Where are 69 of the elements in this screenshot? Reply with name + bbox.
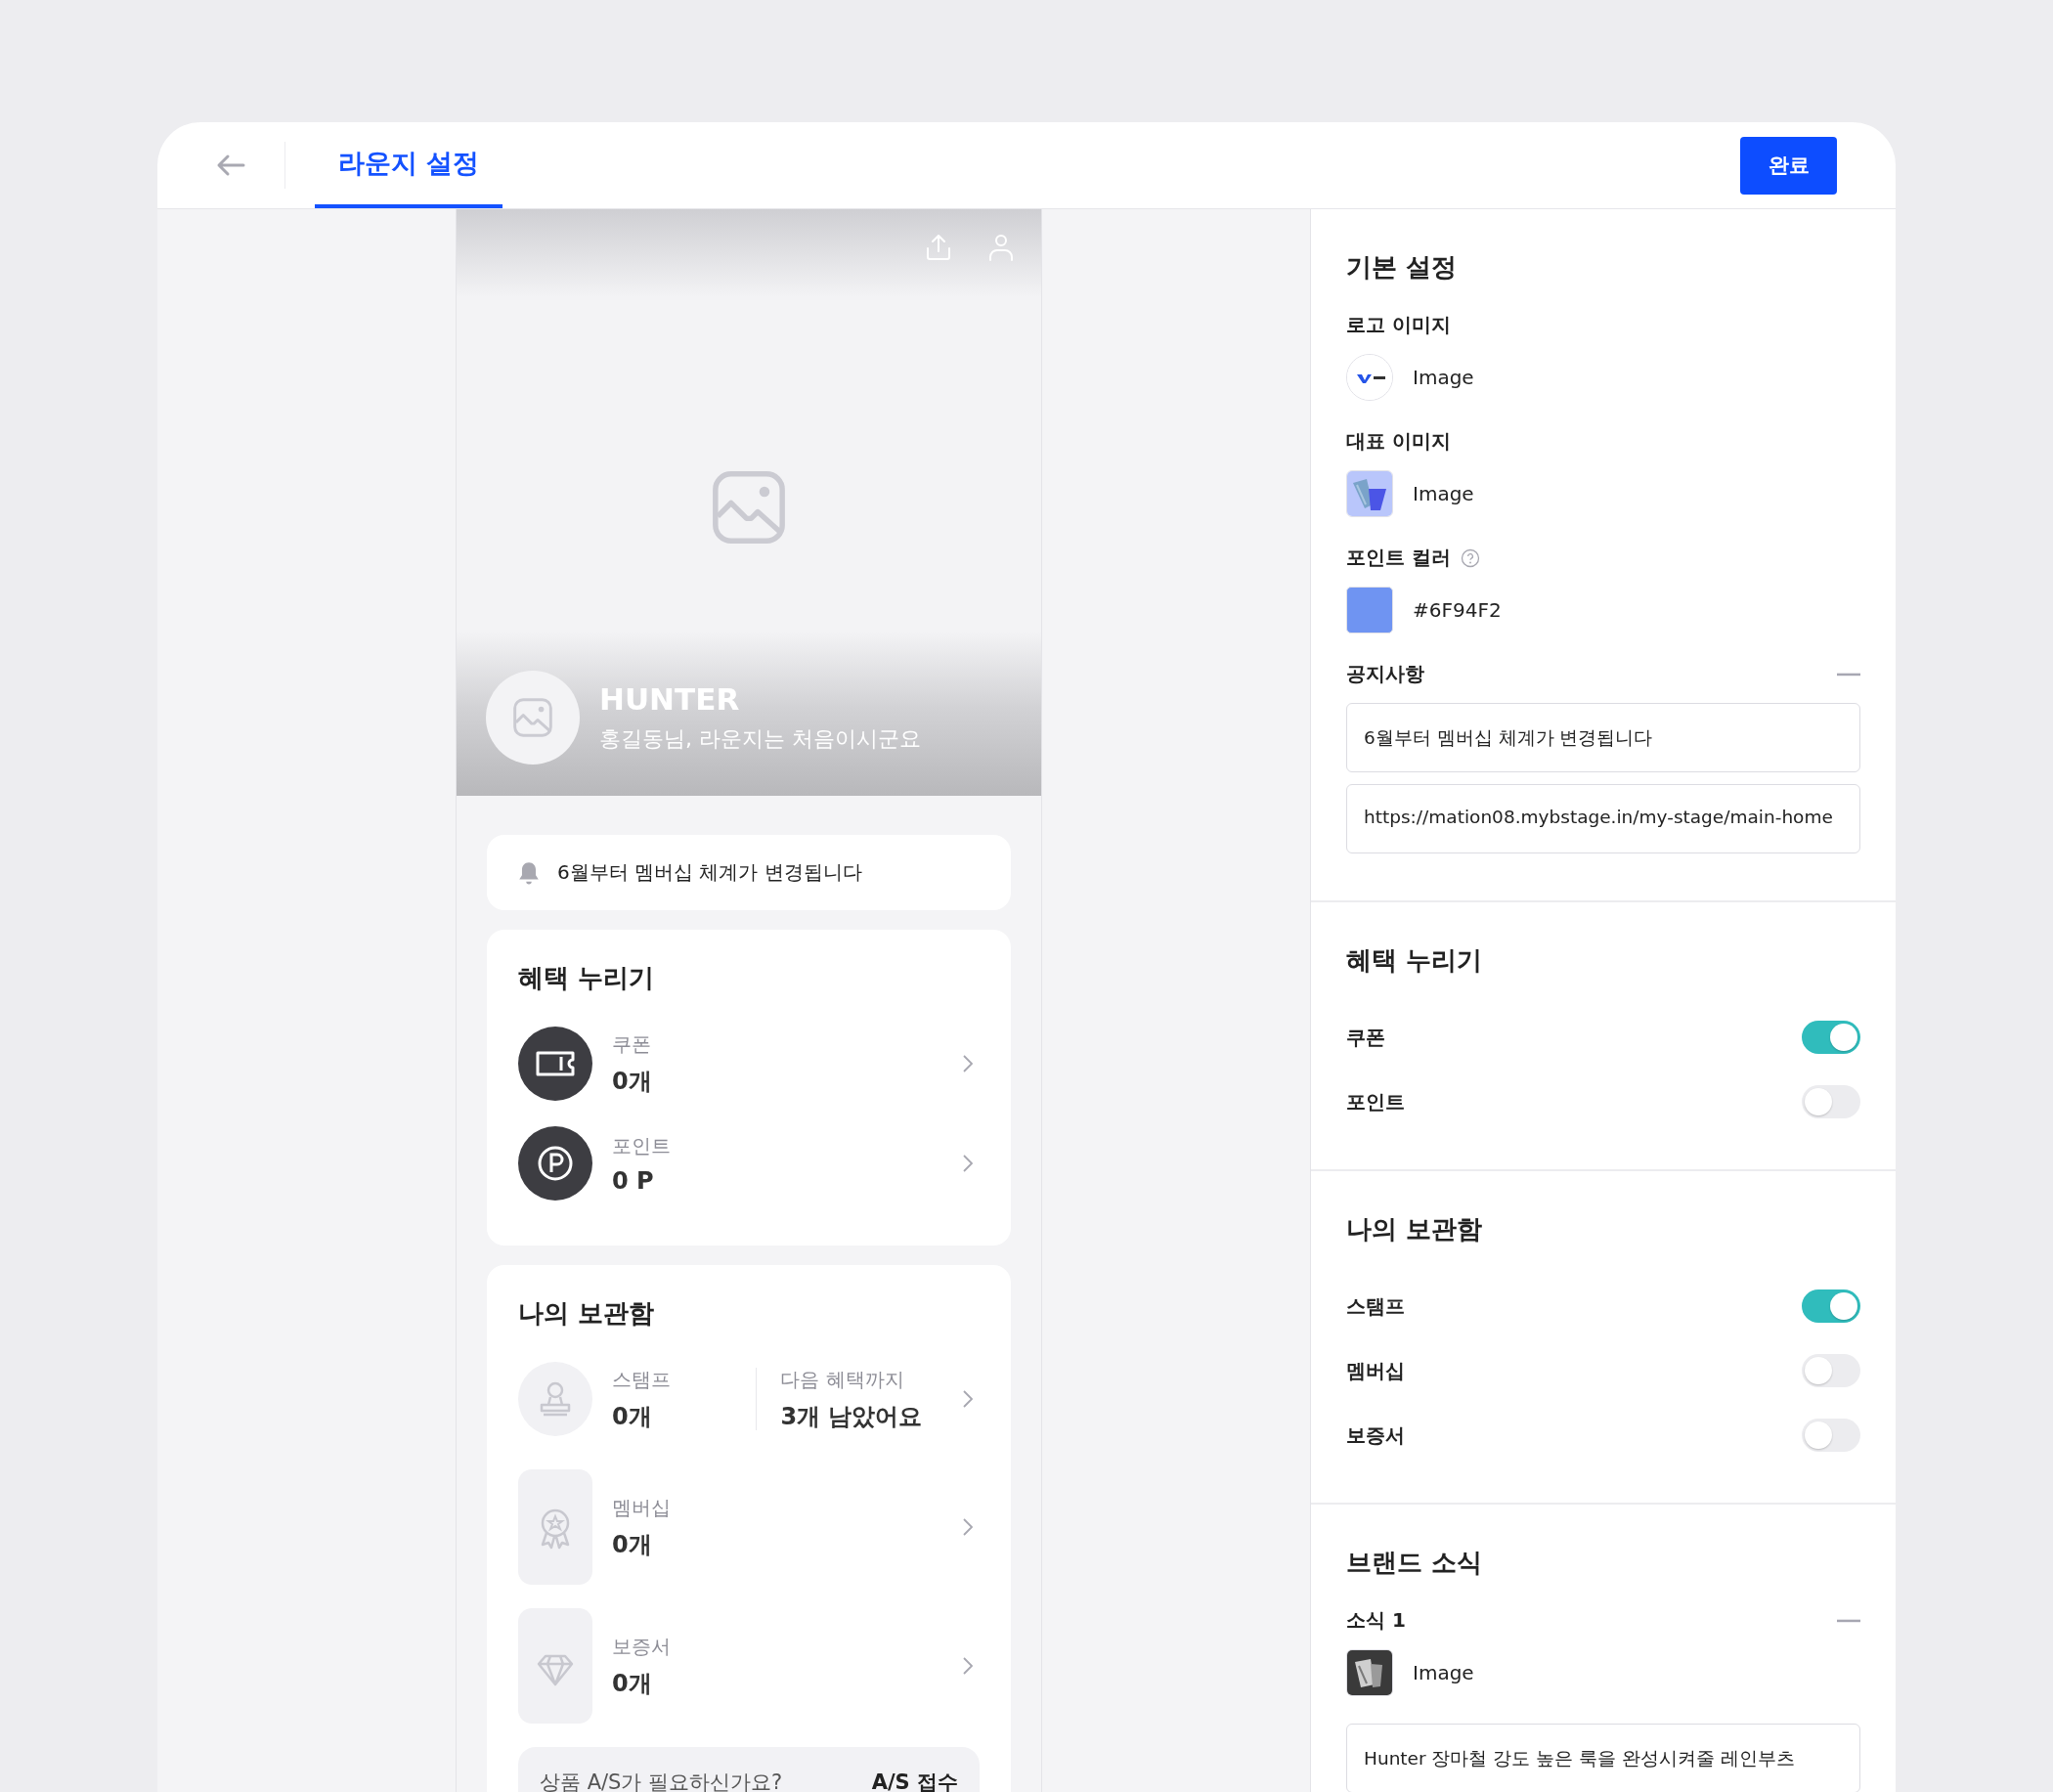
notice-card[interactable]: 6월부터 멤버십 체계가 변경됩니다 (487, 835, 1011, 910)
chevron-right-icon (962, 1389, 974, 1409)
image-name: Image (1413, 1661, 1474, 1684)
stamp-icon (518, 1362, 592, 1436)
text-field[interactable]: 6월부터 멤버십 체계가 변경됩니다 (1346, 703, 1860, 772)
item-value: 0개 (612, 1401, 653, 1432)
item-value: 0개 (612, 1668, 653, 1699)
benefit-row[interactable]: 쿠폰 0개 (518, 1017, 980, 1111)
field-label: 포인트 컬러 (1346, 545, 1451, 571)
toggle-label: 보증서 (1346, 1421, 1405, 1449)
help-icon[interactable] (1460, 547, 1480, 568)
image-icon (511, 696, 554, 739)
field-label: 공지사항 (1346, 661, 1424, 687)
medal-icon (518, 1469, 592, 1585)
toggle-switch[interactable] (1802, 1085, 1860, 1118)
section-title: 나의 보관함 (1346, 1213, 1484, 1246)
item-label: 다음 혜택까지 (780, 1366, 905, 1393)
item-label: 포인트 (612, 1132, 672, 1159)
item-label: 스탬프 (612, 1366, 672, 1393)
image-name: Image (1413, 366, 1474, 389)
benefit-row[interactable]: 포인트 0 P (518, 1116, 980, 1210)
item-value: 0 P (612, 1166, 655, 1195)
storage-row[interactable]: 멤버십 0개 (518, 1469, 980, 1585)
text-field[interactable]: https://mation08.mybstage.in/my-stage/main-home (1346, 784, 1860, 853)
field-label: 소식 1 (1346, 1607, 1406, 1634)
banner-text: 상품 A/S가 필요하신가요? (540, 1770, 783, 1792)
back-arrow-icon[interactable] (216, 153, 245, 177)
section-title: 기본 설정 (1346, 251, 1459, 284)
toggle-switch[interactable] (1802, 1021, 1860, 1054)
toggle-switch[interactable] (1802, 1419, 1860, 1452)
person-icon[interactable] (986, 233, 1016, 262)
item-label: 보증서 (612, 1633, 672, 1660)
notice-text: 6월부터 멤버십 체계가 변경됩니다 (557, 859, 862, 886)
storage-row[interactable]: 보증서 0개 (518, 1608, 980, 1724)
toggle-label: 포인트 (1346, 1088, 1405, 1115)
toggle-switch[interactable] (1802, 1354, 1860, 1387)
chevron-right-icon (962, 1154, 974, 1173)
share-icon[interactable] (924, 233, 953, 262)
bell-icon (516, 859, 542, 886)
section-title: 브랜드 소식 (1346, 1547, 1484, 1579)
greeting-text: 홍길동님, 라운지는 처음이시군요 (599, 725, 921, 753)
toggle-label: 스탬프 (1346, 1292, 1405, 1320)
service-banner[interactable]: 상품 A/S가 필요하신가요? A/S 접수 (518, 1747, 980, 1792)
banner-link[interactable]: A/S 접수 (871, 1769, 958, 1792)
color-value: #6F94F2 (1413, 598, 1502, 622)
item-label: 쿠폰 (612, 1030, 652, 1058)
storage-row[interactable]: 스탬프 0개 다음 혜택까지 3개 남았어요 (518, 1352, 980, 1446)
toggle-label: 쿠폰 (1346, 1024, 1385, 1051)
image-name: Image (1413, 482, 1474, 505)
item-label: 멤버십 (612, 1494, 672, 1521)
chevron-right-icon (962, 1656, 974, 1676)
minus-icon[interactable] (1837, 1618, 1860, 1623)
section-title: 혜택 누리기 (518, 962, 656, 994)
section-title: 혜택 누리기 (1346, 944, 1484, 977)
item-value: 3개 남았어요 (780, 1401, 924, 1432)
toggle-switch[interactable] (1802, 1289, 1860, 1323)
color-swatch[interactable] (1346, 587, 1393, 634)
toggle-label: 멤버십 (1346, 1357, 1405, 1384)
chevron-right-icon (962, 1054, 974, 1073)
section-title: 나의 보관함 (518, 1297, 656, 1330)
done-button[interactable]: 완료 (1740, 136, 1837, 195)
field-label: 대표 이미지 (1346, 428, 1452, 455)
field-label: 로고 이미지 (1346, 312, 1452, 338)
point-icon (518, 1126, 592, 1201)
chevron-right-icon (962, 1517, 974, 1537)
minus-icon[interactable] (1837, 672, 1860, 677)
item-value: 0개 (612, 1529, 653, 1560)
item-value: 0개 (612, 1066, 653, 1097)
ticket-icon (518, 1027, 592, 1101)
